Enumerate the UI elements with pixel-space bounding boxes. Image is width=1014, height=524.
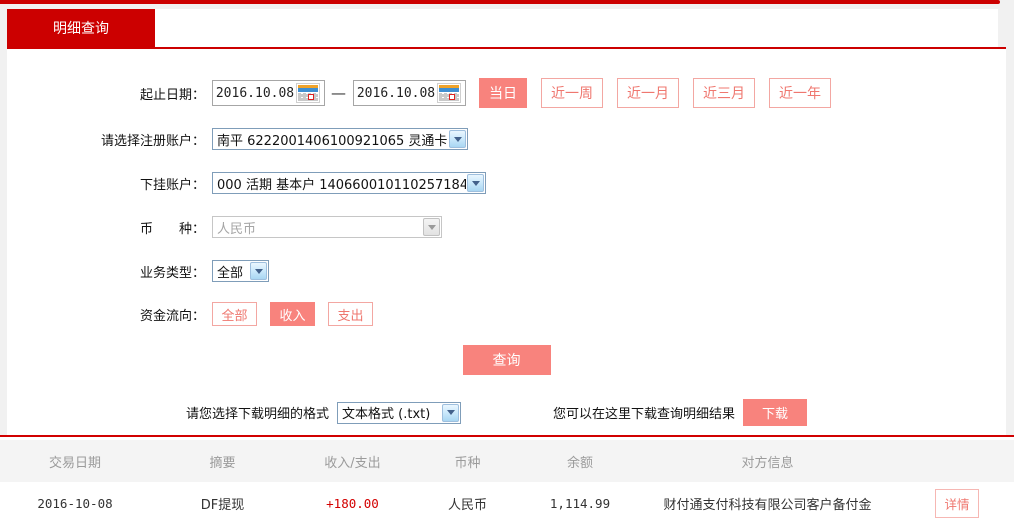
chevron-down-icon xyxy=(423,218,440,236)
fund-flow-all-button[interactable]: 全部 xyxy=(212,302,257,326)
column-header-summary: 摘要 xyxy=(209,455,236,471)
top-accent-bar xyxy=(0,0,1000,4)
quick-range-quarter-button[interactable]: 近三月 xyxy=(693,78,755,108)
sub-account-label: 下挂账户： xyxy=(139,177,205,193)
download-format-label: 请您选择下载明细的格式 xyxy=(186,407,330,422)
cell-currency: 人民币 xyxy=(447,498,487,513)
results-divider xyxy=(0,435,1014,437)
fund-flow-income-button[interactable]: 收入 xyxy=(270,302,315,326)
business-type-row: 业务类型： 全部 xyxy=(7,260,1006,282)
tab-bar: 明细查询 xyxy=(7,9,998,47)
download-row: 请您选择下载明细的格式 文本格式 (.txt) 您可以在这里下载查询明细结果 下… xyxy=(7,399,1006,426)
fund-flow-row: 资金流向： 全部 收入 支出 xyxy=(7,302,1006,326)
quick-range-week-button[interactable]: 近一周 xyxy=(541,78,603,108)
registered-account-select[interactable]: 南平 6222001406100921065 灵通卡 xyxy=(212,128,468,150)
currency-select: 人民币 xyxy=(212,216,442,238)
tab-label: 明细查询 xyxy=(53,21,109,37)
fund-flow-expense-button[interactable]: 支出 xyxy=(328,302,373,326)
calendar-icon[interactable] xyxy=(437,83,461,103)
cell-balance: 1,114.99 xyxy=(549,496,611,511)
date-range-separator: — xyxy=(331,84,346,102)
download-hint-text: 您可以在这里下载查询明细结果 xyxy=(553,407,736,422)
cell-transaction-date: 2016-10-08 xyxy=(37,496,113,511)
registered-account-value: 南平 6222001406100921065 灵通卡 xyxy=(217,133,448,149)
table-header-row: 交易日期 摘要 收入/支出 币种 余额 对方信息 xyxy=(0,440,1014,482)
business-type-value: 全部 xyxy=(217,265,244,281)
table-row: 2016-10-08 DF提现 +180.00 人民币 1,114.99 财付通… xyxy=(0,482,1014,524)
calendar-icon-selected-day xyxy=(308,94,314,100)
chevron-down-icon[interactable] xyxy=(467,174,484,192)
cell-actions: 详情 xyxy=(900,489,1014,518)
results-section: 交易日期 摘要 收入/支出 币种 余额 对方信息 2016-10-08 DF提现… xyxy=(0,435,1014,524)
download-format-value: 文本格式 (.txt) xyxy=(342,407,431,422)
query-form-panel: 起止日期： — 当日 近一周 近一月 近三月 近一年 请 xyxy=(7,49,1006,435)
tab-detail-query[interactable]: 明细查询 xyxy=(7,9,155,47)
cell-amount: +180.00 xyxy=(326,496,379,511)
download-format-select[interactable]: 文本格式 (.txt) xyxy=(337,401,462,424)
column-header-counterparty: 对方信息 xyxy=(741,455,794,471)
currency-value: 人民币 xyxy=(217,221,257,237)
column-header-amount: 收入/支出 xyxy=(324,455,381,471)
column-header-date: 交易日期 xyxy=(48,455,101,471)
start-date-value[interactable] xyxy=(214,85,296,101)
calendar-icon-stripe xyxy=(439,88,459,92)
end-date-input[interactable] xyxy=(353,80,466,106)
quick-range-month-button[interactable]: 近一月 xyxy=(617,78,679,108)
cell-summary: DF提现 xyxy=(200,498,245,513)
currency-label: 币 种： xyxy=(139,221,205,237)
calendar-icon-stripe xyxy=(298,88,318,92)
sub-account-value: 000 活期 基本户 1406600101102571848 xyxy=(217,177,466,193)
quick-range-year-button[interactable]: 近一年 xyxy=(769,78,831,108)
column-header-balance: 余额 xyxy=(566,455,593,471)
date-range-row: 起止日期： — 当日 近一周 近一月 近三月 近一年 xyxy=(7,78,1006,108)
calendar-icon-selected-day xyxy=(449,94,455,100)
business-type-select[interactable]: 全部 xyxy=(212,260,269,282)
end-date-value[interactable] xyxy=(355,85,437,101)
quick-range-today-button[interactable]: 当日 xyxy=(479,78,527,108)
query-button-row: 查询 xyxy=(7,345,1006,375)
query-button[interactable]: 查询 xyxy=(462,345,551,375)
detail-button[interactable]: 详情 xyxy=(935,489,979,518)
calendar-icon[interactable] xyxy=(296,83,320,103)
registered-account-label: 请选择注册账户： xyxy=(100,133,205,149)
fund-flow-label: 资金流向： xyxy=(139,308,205,324)
currency-row: 币 种： 人民币 xyxy=(7,216,1006,238)
chevron-down-icon[interactable] xyxy=(442,403,460,422)
date-range-label: 起止日期： xyxy=(139,87,205,103)
business-type-label: 业务类型： xyxy=(139,265,205,281)
chevron-down-icon[interactable] xyxy=(449,130,466,148)
sub-account-select[interactable]: 000 活期 基本户 1406600101102571848 xyxy=(212,172,486,194)
sub-account-row: 下挂账户： 000 活期 基本户 1406600101102571848 xyxy=(7,172,1006,194)
column-header-currency: 币种 xyxy=(454,455,481,471)
cell-counterparty: 财付通支付科技有限公司客户备付金 xyxy=(663,498,872,513)
download-button[interactable]: 下载 xyxy=(743,399,808,426)
registered-account-row: 请选择注册账户： 南平 6222001406100921065 灵通卡 xyxy=(7,128,1006,150)
chevron-down-icon[interactable] xyxy=(250,262,267,280)
start-date-input[interactable] xyxy=(212,80,325,106)
